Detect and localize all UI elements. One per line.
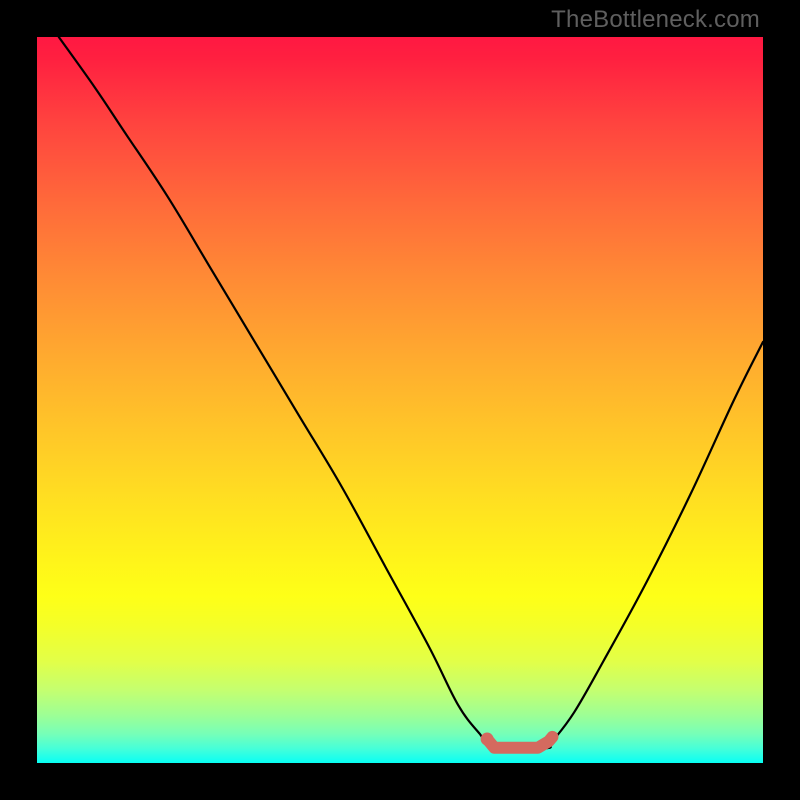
watermark-label: TheBottleneck.com [551,6,760,34]
plot-area [37,37,763,763]
chart-frame: TheBottleneck.com [0,0,800,800]
bottleneck-curve [37,37,763,763]
